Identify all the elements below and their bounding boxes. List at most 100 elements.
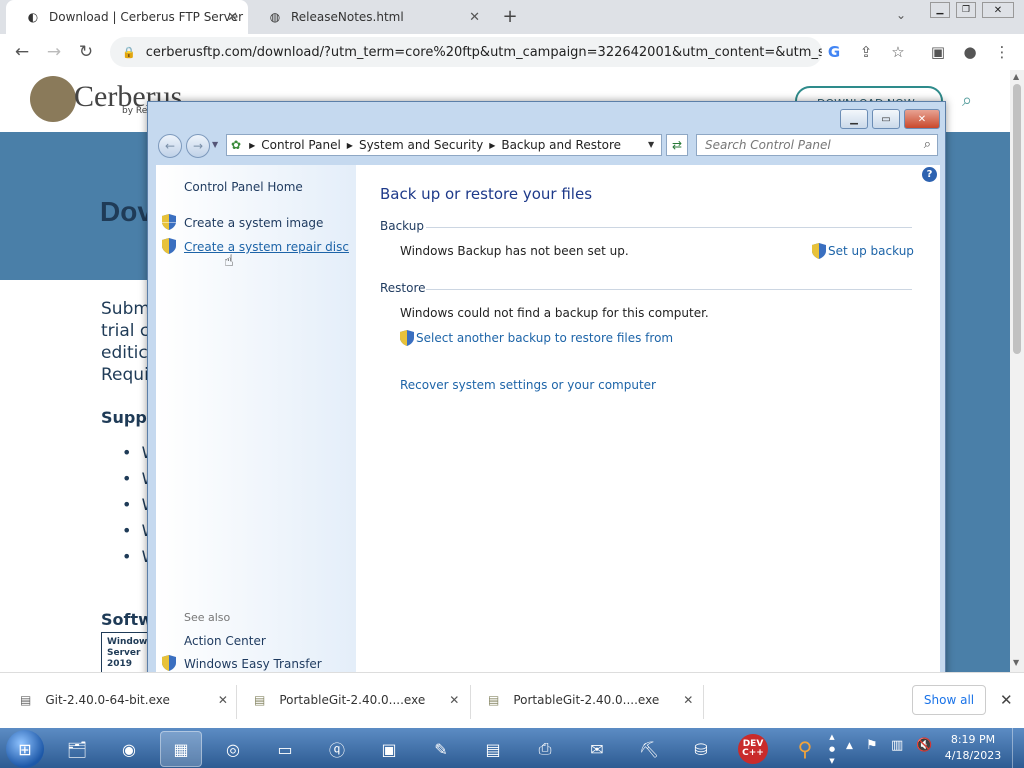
cp-back-button[interactable]: ← bbox=[158, 134, 182, 158]
download-item[interactable]: ▤ PortableGit-2.40.0....exe ✕ bbox=[488, 693, 693, 707]
action-center-link[interactable]: Action Center bbox=[184, 634, 266, 648]
qbittorrent-icon[interactable]: ⓠ bbox=[316, 731, 358, 767]
scanner-icon[interactable]: ▭ bbox=[264, 731, 306, 767]
recent-pages-chevron-icon[interactable]: ▼ bbox=[212, 140, 218, 149]
taskbar-scroll-icon[interactable]: ▲ ● ▼ bbox=[826, 731, 838, 767]
network-icon[interactable]: ⛏ bbox=[628, 731, 670, 767]
fax-icon[interactable]: ⎙ bbox=[524, 731, 566, 767]
control-panel-taskbar-icon[interactable]: ▦ bbox=[160, 731, 202, 767]
downloads-bar: ▤ Git-2.40.0-64-bit.exe ✕ ▤ PortableGit-… bbox=[0, 672, 1024, 729]
control-panel-home-link[interactable]: Control Panel Home bbox=[184, 180, 303, 194]
paint-icon[interactable]: ✎ bbox=[420, 731, 462, 767]
page-heading: Dov bbox=[100, 196, 153, 227]
tab-search-chevron-icon[interactable]: ⌄ bbox=[896, 8, 906, 22]
tab-close-icon[interactable]: ✕ bbox=[469, 10, 480, 25]
cp-forward-button[interactable]: → bbox=[186, 134, 210, 158]
show-hidden-icons-icon[interactable]: ▲ bbox=[846, 741, 853, 751]
remote-desktop-icon[interactable]: ▣ bbox=[368, 731, 410, 767]
clock[interactable]: 8:19 PM 4/18/2023 bbox=[942, 732, 1004, 764]
volume-muted-icon[interactable]: 🔇 bbox=[916, 738, 932, 753]
file-explorer-icon[interactable]: 🗂 bbox=[56, 731, 98, 767]
tab-close-icon[interactable]: ✕ bbox=[227, 10, 238, 25]
share-icon[interactable]: ⇪ bbox=[854, 40, 878, 64]
search-everything-icon[interactable]: ⚲ bbox=[784, 731, 826, 767]
reload-icon[interactable]: ↻ bbox=[74, 40, 98, 64]
uac-shield-icon bbox=[400, 330, 414, 346]
address-dropdown-icon[interactable]: ▼ bbox=[648, 140, 654, 149]
scroll-up-icon[interactable]: ▲ bbox=[1013, 72, 1019, 81]
window-close-button[interactable]: ✕ bbox=[982, 2, 1014, 18]
new-tab-button[interactable]: + bbox=[500, 6, 520, 27]
disk-icon[interactable]: ⛁ bbox=[680, 731, 722, 767]
breadcrumb-arrow-icon: ▶ bbox=[249, 140, 256, 150]
page-scrollbar[interactable]: ▲ ▼ bbox=[1010, 70, 1024, 672]
side-panel-icon[interactable]: ▣ bbox=[926, 40, 950, 64]
cerberus-favicon-icon: ◐ bbox=[27, 10, 39, 24]
network-status-icon[interactable]: ▥ bbox=[891, 738, 903, 753]
window-restore-button[interactable]: ❐ bbox=[956, 2, 976, 18]
help-icon[interactable]: ? bbox=[922, 167, 937, 182]
close-icon[interactable]: ✕ bbox=[683, 693, 693, 707]
scrollbar-thumb[interactable] bbox=[1013, 84, 1021, 354]
select-another-backup-link[interactable]: Select another backup to restore files f… bbox=[416, 331, 673, 345]
google-lens-icon[interactable]: G bbox=[822, 40, 846, 64]
download-item[interactable]: ▤ PortableGit-2.40.0....exe ✕ bbox=[254, 693, 459, 707]
show-desktop-button[interactable] bbox=[1012, 728, 1024, 768]
lock-icon: 🔒 bbox=[122, 45, 136, 59]
hand-cursor-icon: ☝ bbox=[224, 251, 234, 270]
close-downloads-bar-icon[interactable]: ✕ bbox=[1000, 691, 1013, 709]
uac-shield-icon bbox=[812, 243, 826, 259]
cp-maximize-button[interactable]: ▭ bbox=[872, 109, 900, 129]
notepad-icon[interactable]: ✉ bbox=[576, 731, 618, 767]
address-bar[interactable]: 🔒 cerberusftp.com/download/?utm_term=cor… bbox=[110, 37, 822, 67]
file-icon: ▤ bbox=[488, 693, 500, 707]
close-icon[interactable]: ✕ bbox=[218, 693, 228, 707]
search-icon[interactable]: ⌕ bbox=[924, 137, 931, 152]
download-item[interactable]: ▤ Git-2.40.0-64-bit.exe ✕ bbox=[20, 693, 228, 707]
search-icon[interactable]: ⌕ bbox=[962, 90, 972, 111]
breadcrumb-arrow-icon: ▶ bbox=[346, 140, 353, 150]
action-center-flag-icon[interactable]: ⚑ bbox=[866, 738, 878, 753]
windows-easy-transfer-link[interactable]: Windows Easy Transfer bbox=[184, 657, 322, 671]
menu-kebab-icon[interactable]: ⋮ bbox=[990, 40, 1014, 64]
file-icon: ▤ bbox=[254, 693, 266, 707]
tab-release-notes[interactable]: ◍ ReleaseNotes.html ✕ bbox=[248, 0, 490, 34]
create-system-repair-disc-link[interactable]: Create a system repair disc bbox=[184, 240, 349, 254]
tab-cerberus-download[interactable]: ◐ Download | Cerberus FTP Server ✕ bbox=[6, 0, 248, 34]
backup-section-heading: Backup bbox=[380, 219, 424, 233]
close-icon[interactable]: ✕ bbox=[449, 693, 459, 707]
create-system-image-link[interactable]: Create a system image bbox=[184, 216, 323, 230]
back-arrow-icon[interactable]: ← bbox=[10, 40, 34, 64]
window-minimize-button[interactable]: ▁ bbox=[930, 2, 950, 18]
windows-server-card[interactable]: Windows Server 2019 bbox=[101, 632, 153, 672]
profile-avatar-icon[interactable]: ● bbox=[958, 40, 982, 64]
cp-minimize-button[interactable]: ▁ bbox=[840, 109, 868, 129]
scroll-down-icon[interactable]: ▼ bbox=[1013, 658, 1019, 667]
cp-close-button[interactable]: ✕ bbox=[904, 109, 940, 129]
chrome-icon[interactable]: ◎ bbox=[212, 731, 254, 767]
clock-date: 4/18/2023 bbox=[944, 749, 1002, 762]
refresh-icon[interactable]: ⇄ bbox=[666, 134, 688, 156]
dev-cpp-icon[interactable]: DEV C++ bbox=[732, 731, 774, 767]
breadcrumb-control-panel[interactable]: Control Panel bbox=[261, 138, 341, 152]
forward-arrow-icon[interactable]: → bbox=[42, 40, 66, 64]
show-all-button[interactable]: Show all bbox=[912, 685, 986, 715]
cp-search-input[interactable]: Search Control Panel ⌕ bbox=[696, 134, 938, 156]
breadcrumb-arrow-icon: ▶ bbox=[489, 140, 496, 150]
browser-tab-strip: ◐ Download | Cerberus FTP Server ✕ ◍ Rel… bbox=[0, 0, 1024, 34]
content-panel: Subm trial c editic Requir Suppo • W • W… bbox=[0, 280, 158, 672]
firefox-icon[interactable]: ◉ bbox=[108, 731, 150, 767]
page-title: Back up or restore your files bbox=[380, 185, 593, 203]
set-up-backup-link[interactable]: Set up backup bbox=[828, 244, 914, 258]
recover-system-settings-link[interactable]: Recover system settings or your computer bbox=[400, 378, 656, 392]
calculator-icon[interactable]: ▤ bbox=[472, 731, 514, 767]
breadcrumb-backup-restore[interactable]: Backup and Restore bbox=[501, 138, 621, 152]
cp-address-bar[interactable]: ✿ ▶ Control Panel ▶ System and Security … bbox=[226, 134, 662, 156]
tab-title: ReleaseNotes.html bbox=[291, 10, 404, 24]
cerberus-logo-icon bbox=[30, 76, 76, 122]
section-divider bbox=[426, 227, 912, 228]
breadcrumb-system-security[interactable]: System and Security bbox=[359, 138, 483, 152]
bookmark-star-icon[interactable]: ☆ bbox=[886, 40, 910, 64]
start-button[interactable]: ⊞ bbox=[6, 730, 44, 768]
cp-left-pane: Control Panel Home Create a system image… bbox=[156, 165, 356, 691]
